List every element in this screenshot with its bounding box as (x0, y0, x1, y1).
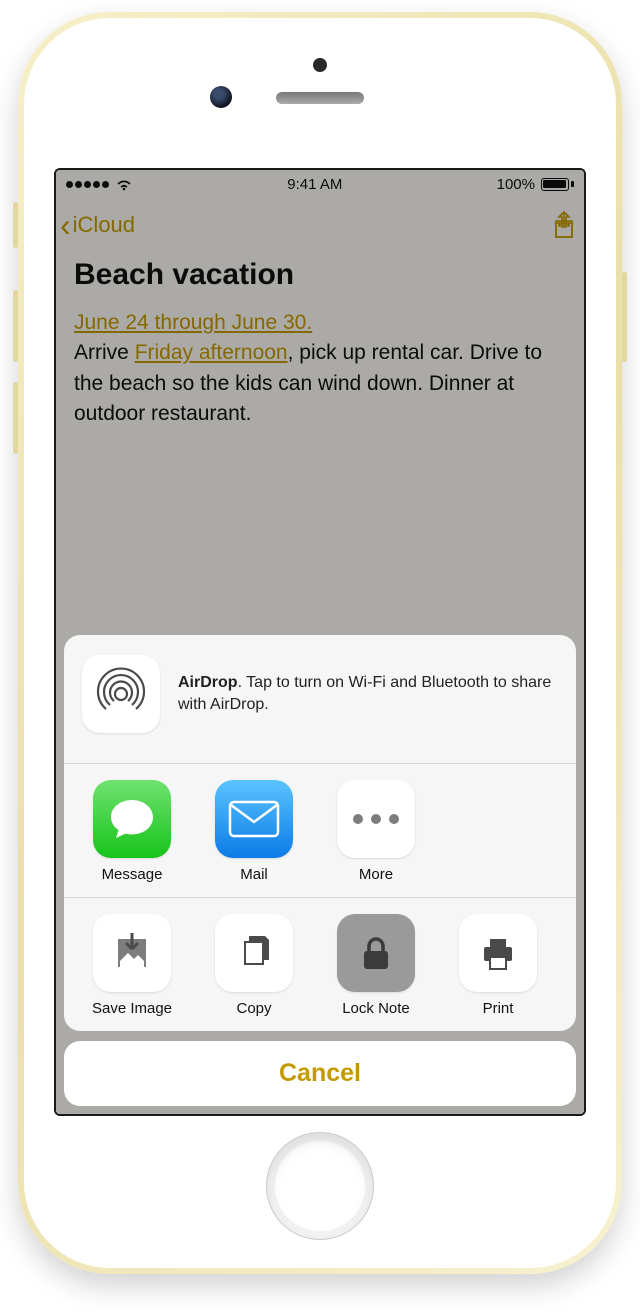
share-app-mail[interactable]: Mail (194, 780, 314, 883)
action-lock-note[interactable]: Lock Note (316, 914, 436, 1017)
earpiece-speaker (276, 92, 364, 104)
airdrop-row[interactable]: AirDrop. Tap to turn on Wi-Fi and Blueto… (64, 635, 576, 763)
message-icon (93, 780, 171, 858)
copy-icon (215, 914, 293, 992)
save-image-icon (93, 914, 171, 992)
print-icon (459, 914, 537, 992)
share-app-message[interactable]: Message (72, 780, 192, 883)
action-copy[interactable]: Copy (194, 914, 314, 1017)
screen: 9:41 AM 100% ‹ iCloud (54, 168, 586, 1116)
share-apps-row: Message Mail More (64, 764, 576, 897)
home-button[interactable] (266, 1132, 374, 1240)
volume-up-button (13, 290, 18, 362)
share-sheet: AirDrop. Tap to turn on Wi-Fi and Blueto… (64, 635, 576, 1106)
power-button (622, 272, 627, 362)
volume-down-button (13, 382, 18, 454)
cancel-button[interactable]: Cancel (64, 1041, 576, 1106)
iphone-frame: 9:41 AM 100% ‹ iCloud (18, 12, 622, 1274)
front-camera (210, 86, 232, 108)
more-icon (337, 780, 415, 858)
mute-switch (13, 202, 18, 248)
airdrop-label: AirDrop (178, 674, 238, 691)
lock-icon (337, 914, 415, 992)
airdrop-icon (82, 655, 160, 733)
mail-icon (215, 780, 293, 858)
action-print[interactable]: Print (438, 914, 558, 1017)
share-actions-row: Save Image Copy Lock Note (64, 898, 576, 1031)
action-save-image[interactable]: Save Image (72, 914, 192, 1017)
share-app-more[interactable]: More (316, 780, 436, 883)
proximity-sensor (313, 58, 327, 72)
